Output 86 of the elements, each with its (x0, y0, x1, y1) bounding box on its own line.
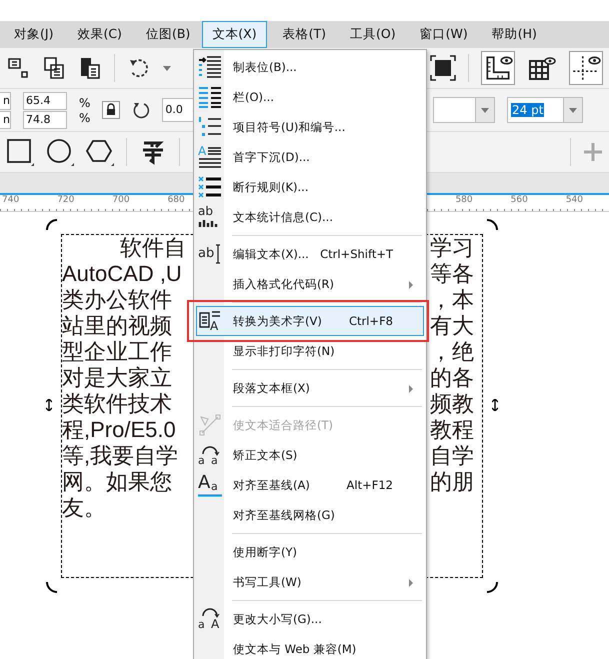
bullets-icon (198, 115, 222, 139)
paragraph-text-line: 网。如果您 (62, 469, 172, 495)
paragraph-text-line: 教程 (430, 417, 474, 443)
menu-item[interactable]: 断行规则(K)... (196, 172, 424, 202)
paragraph-text-line: ，本 (430, 287, 474, 313)
caret-icon (481, 108, 489, 112)
ellipse-tool-icon[interactable] (46, 138, 74, 166)
ruler-label: 580 (455, 195, 473, 207)
paragraph-text-line: 有大 (430, 313, 474, 339)
rotation-handle-icon[interactable] (46, 581, 58, 593)
menu-item[interactable]: Aa 对齐至基线(A) Alt+F12 (196, 470, 424, 500)
menu-item[interactable]: 使用断字(Y) (196, 537, 424, 567)
menu-item[interactable]: 插入格式化代码(R) (196, 269, 424, 299)
rectangle-tool-icon[interactable] (6, 138, 34, 166)
rulers-view-icon[interactable] (481, 51, 515, 85)
percent-label: % (79, 96, 90, 110)
skew-handle-icon[interactable] (46, 399, 52, 411)
guidelines-view-icon[interactable] (569, 51, 603, 85)
paragraph-text-line: 类软件技术 (62, 391, 172, 417)
menu-item[interactable]: 段落文本框(X) (196, 373, 424, 403)
paragraph-text-line: 等,我要自学 (62, 443, 178, 469)
rotation-handle-icon[interactable] (486, 581, 498, 593)
menu-item[interactable]: ab 编辑文本(X)... Ctrl+Shift+T (196, 239, 424, 269)
menu-item[interactable]: 书写工具(W) (196, 567, 424, 597)
menu-item[interactable]: 使文本与 Web 兼容(M) (196, 634, 424, 659)
paragraph-text-line: 的各 (430, 365, 474, 391)
lock-icon[interactable] (102, 101, 120, 119)
menu-item[interactable]: a a 矫正文本(S) (196, 440, 424, 470)
columns-icon (198, 85, 222, 109)
caret-icon (569, 108, 577, 112)
paragraph-text-line: 频教 (430, 391, 474, 417)
menu-bar-item[interactable]: 文本(X) (202, 21, 267, 48)
copy-icon[interactable] (42, 56, 66, 80)
caret-icon[interactable] (163, 66, 171, 70)
paragraph-text-line: 等各 (430, 261, 474, 287)
rotation-handle-icon[interactable] (486, 219, 498, 231)
paragraph-text-line: 对是大家立 (62, 365, 172, 391)
paragraph-text-line: AutoCAD ,U (62, 261, 182, 287)
paragraph-text-line: 类办公软件 (62, 287, 172, 313)
menu-bar-item[interactable]: 工具(O) (338, 21, 408, 48)
menu-item[interactable]: 对齐至基线网格(G) (196, 500, 424, 530)
ruler-label: 700 (112, 195, 130, 207)
menu-item[interactable]: a A 更改大小写(G)... (196, 604, 424, 634)
full-screen-icon[interactable] (430, 55, 456, 81)
menu-bar-item[interactable]: 位图(B) (134, 21, 202, 48)
ruler-label: 680 (168, 195, 185, 207)
percent-label: % (79, 110, 90, 124)
menu-bar-item[interactable]: 效果(C) (65, 21, 134, 48)
paragraph-text-line: ，绝 (430, 339, 474, 365)
menu-item[interactable]: A 转换为美术字(V) Ctrl+F8 (196, 306, 424, 336)
paragraph-text-line: 站里的视频 (62, 313, 172, 339)
paragraph-text-line: 的朋 (430, 469, 474, 495)
menu-item[interactable]: ab 文本统计信息(C)... (196, 202, 424, 232)
submenu-arrow-icon (409, 579, 413, 587)
paragraph-text-line: 友。 (62, 495, 106, 521)
unit-label: n (0, 92, 11, 110)
font-size-value: 24 pt (511, 103, 544, 117)
polygon-tool-icon[interactable] (86, 138, 114, 166)
menu-bar-item[interactable]: 窗口(W) (408, 21, 480, 48)
document-icon[interactable] (6, 56, 30, 80)
paste-icon[interactable] (78, 56, 102, 80)
menu-bar-item[interactable]: 帮助(H) (480, 21, 549, 48)
line-break-icon (198, 175, 222, 199)
menu-item[interactable]: 显示非打印字符(N) (196, 336, 424, 366)
submenu-arrow-icon (409, 385, 413, 393)
rotate-icon[interactable] (132, 101, 150, 119)
paragraph-text-line: 学习 (430, 235, 474, 261)
paragraph-text-line: 型企业工作 (62, 339, 172, 365)
ruler-label: 720 (57, 195, 74, 207)
ruler-label: 540 (566, 195, 583, 207)
ruler-label: 740 (2, 195, 20, 207)
unit-label: n (0, 110, 11, 128)
ruler-label: 560 (510, 195, 528, 207)
scale-x-field[interactable]: 65.4 (23, 92, 67, 110)
menu-bar-item[interactable]: 对象(J) (2, 21, 66, 48)
scale-y-field[interactable]: 74.8 (23, 110, 67, 128)
submenu-arrow-icon (409, 281, 413, 289)
font-size-dropdown[interactable]: 24 pt (507, 97, 583, 123)
text-path-icon (198, 413, 222, 437)
menu-bar-item[interactable]: 表格(T) (270, 21, 338, 48)
paragraph-text-line: 程,Pro/E5.0 (62, 417, 176, 443)
paragraph-text-line: 自学 (430, 443, 474, 469)
skew-handle-icon[interactable] (492, 399, 498, 411)
rotation-handle-icon[interactable] (46, 219, 58, 231)
paragraph-text-line: 软件自 (119, 235, 186, 261)
tabs-icon (198, 55, 222, 79)
